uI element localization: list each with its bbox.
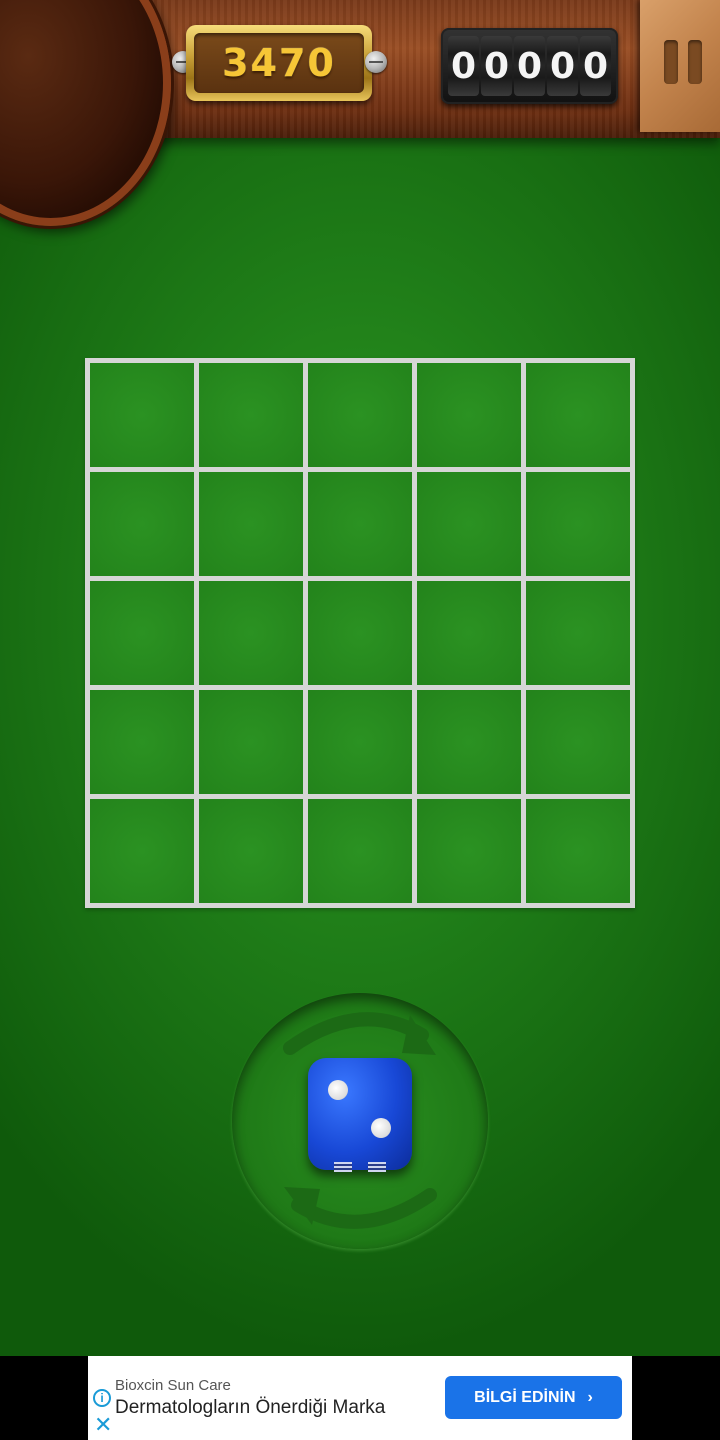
ad-content[interactable]: i ✕ Bioxcin Sun Care Dermatologların Öne…	[88, 1356, 632, 1440]
die-side-pips	[334, 1162, 352, 1172]
score-plate: 3470	[172, 25, 387, 101]
counter-digit: 0	[514, 36, 545, 96]
counter-digit: 0	[547, 36, 578, 96]
board-cell[interactable]	[308, 363, 412, 467]
board-cell[interactable]	[199, 690, 303, 794]
die-pip	[371, 1118, 391, 1138]
board-cell[interactable]	[417, 581, 521, 685]
board-cell[interactable]	[417, 799, 521, 903]
roll-counter: 0 0 0 0 0	[441, 28, 618, 104]
board-cell[interactable]	[199, 363, 303, 467]
board-cell[interactable]	[199, 472, 303, 576]
die-side-pips	[368, 1162, 386, 1172]
board-cell[interactable]	[308, 690, 412, 794]
score-value: 3470	[222, 41, 336, 85]
pause-icon	[688, 40, 702, 84]
board-cell[interactable]	[526, 363, 630, 467]
die-pip	[328, 1080, 348, 1100]
score-display: 3470	[194, 33, 364, 93]
board-cell[interactable]	[199, 581, 303, 685]
ad-banner: i ✕ Bioxcin Sun Care Dermatologların Öne…	[0, 1356, 720, 1440]
ad-cta-button[interactable]: BİLGİ EDİNİN ›	[445, 1376, 622, 1419]
info-icon[interactable]: i	[93, 1389, 111, 1407]
board-cell[interactable]	[308, 799, 412, 903]
screw-icon	[365, 51, 387, 73]
board-cell[interactable]	[526, 799, 630, 903]
board-cell[interactable]	[199, 799, 303, 903]
dice-cup	[0, 0, 171, 226]
pause-button[interactable]	[640, 0, 720, 132]
counter-digit: 0	[481, 36, 512, 96]
game-board	[85, 358, 635, 908]
board-cell[interactable]	[526, 472, 630, 576]
chevron-right-icon: ›	[587, 1388, 593, 1406]
pause-icon	[664, 40, 678, 84]
board-cell[interactable]	[90, 581, 194, 685]
board-cell[interactable]	[90, 799, 194, 903]
board-cell[interactable]	[308, 581, 412, 685]
board-cell[interactable]	[90, 472, 194, 576]
ad-cta-label: BİLGİ EDİNİN	[474, 1388, 576, 1406]
board-cell[interactable]	[526, 581, 630, 685]
die-face	[308, 1058, 412, 1170]
board-cell[interactable]	[308, 472, 412, 576]
counter-digit: 0	[580, 36, 611, 96]
board-cell[interactable]	[90, 363, 194, 467]
die[interactable]	[308, 1058, 412, 1176]
board-cell[interactable]	[417, 472, 521, 576]
close-icon[interactable]: ✕	[94, 1414, 112, 1436]
board-cell[interactable]	[526, 690, 630, 794]
board-cell[interactable]	[90, 690, 194, 794]
counter-digit: 0	[448, 36, 479, 96]
board-cell[interactable]	[417, 363, 521, 467]
ad-headline: Dermatologların Önerdiği Marka	[115, 1397, 386, 1418]
ad-brand: Bioxcin Sun Care	[115, 1377, 231, 1394]
game-table: 3470 0 0 0 0 0	[0, 0, 720, 1356]
board-cell[interactable]	[417, 690, 521, 794]
score-frame: 3470	[186, 25, 372, 101]
